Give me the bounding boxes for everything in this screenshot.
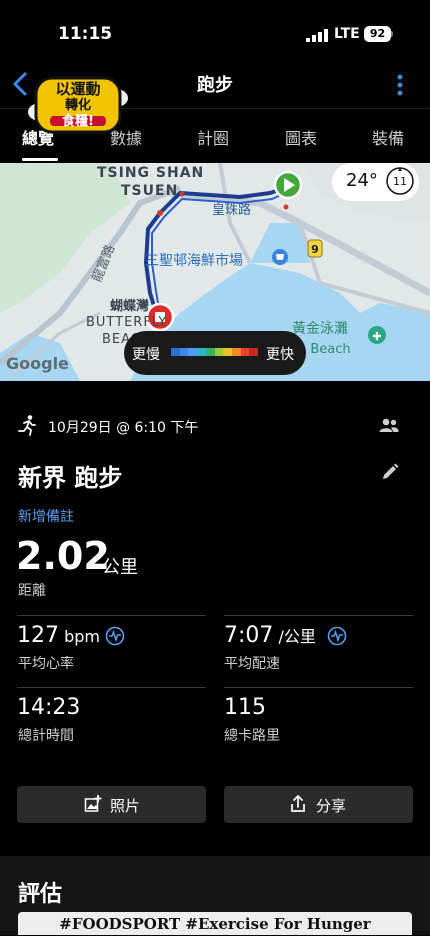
- heart-rate-info-icon[interactable]: [105, 626, 125, 646]
- uv-index-value: 11: [393, 175, 407, 188]
- google-watermark: Google: [6, 354, 69, 373]
- people-icon[interactable]: [378, 416, 400, 436]
- map-label-butterfly: BUTTERFLY: [86, 315, 167, 330]
- divider: [224, 615, 413, 616]
- tab-gear[interactable]: 裝備: [372, 125, 404, 149]
- divider: [224, 687, 413, 688]
- add-note-link[interactable]: 新增備註: [18, 506, 74, 526]
- logo-line-1: 以運動: [55, 80, 100, 98]
- legend-slow-label: 更慢: [132, 347, 160, 363]
- tab-active-indicator: [22, 158, 58, 161]
- pace-color-swatch: [171, 348, 180, 356]
- pace-color-swatch: [240, 348, 250, 356]
- tab-charts[interactable]: 圖表: [285, 125, 317, 149]
- svg-text:✚: ✚: [372, 330, 381, 343]
- pace-info-icon[interactable]: [327, 626, 347, 646]
- total-time-label: 總計時間: [18, 728, 74, 744]
- foodsport-logo: 以運動 轉化 食糧!: [28, 76, 128, 134]
- calories-label: 總卡路里: [224, 728, 280, 744]
- signal-icon: [306, 29, 328, 42]
- network-type: LTE: [334, 26, 360, 42]
- divider: [17, 687, 206, 688]
- status-time: 11:15: [58, 24, 113, 44]
- pace-color-swatch: [205, 348, 215, 356]
- temperature: 24°: [346, 170, 378, 191]
- foodsport-banner: #FOODSPORT #Exercise For Hunger: [18, 912, 412, 935]
- edit-pencil-icon[interactable]: [380, 462, 400, 482]
- pace-gradient-bar: [171, 348, 259, 356]
- running-icon: [18, 415, 36, 436]
- pace-color-swatch: [214, 348, 224, 356]
- pace-color-swatch: [231, 348, 241, 356]
- legend-fast-label: 更快: [266, 347, 294, 363]
- battery-icon: 92: [364, 26, 391, 42]
- heart-rate-unit: bpm: [64, 627, 100, 646]
- heart-rate-stat: 127 bpm: [17, 623, 100, 648]
- pace-stat: 7:07 /公里: [224, 623, 316, 648]
- heart-rate-value: 127: [17, 623, 59, 648]
- map-label-golden-beach: 黃金泳灘: [292, 321, 348, 337]
- photos-button-label[interactable]: 照片: [110, 795, 140, 816]
- calories-value: 115: [224, 695, 266, 720]
- share-button-label[interactable]: 分享: [316, 795, 346, 816]
- battery-cap: [391, 31, 393, 37]
- add-photo-icon: [84, 795, 102, 812]
- pace-color-swatch: [223, 348, 232, 356]
- map-label-tsuen: TSUEN: [121, 183, 178, 199]
- pace-color-swatch: [249, 348, 259, 356]
- map-label-butterfly-cn: 蝴蝶灣: [110, 298, 149, 314]
- pace-color-swatch: [197, 348, 206, 356]
- logo-line-3: 食糧!: [62, 113, 94, 129]
- distance-value: 2.02: [16, 534, 110, 578]
- total-time-value: 14:23: [17, 695, 81, 720]
- more-options-icon[interactable]: [392, 72, 408, 98]
- evaluation-heading: 評估: [18, 882, 63, 907]
- share-icon: [291, 795, 305, 812]
- pace-unit: /公里: [278, 627, 316, 646]
- map-label-market: 三聖邨海鮮市場: [145, 252, 243, 269]
- divider: [17, 615, 206, 616]
- uv-index-icon: 11: [386, 167, 414, 195]
- route-number-badge: 9: [311, 243, 319, 256]
- activity-title: 新界 跑步: [18, 464, 123, 492]
- logo-line-2: 轉化: [65, 97, 91, 113]
- tab-laps[interactable]: 計圈: [197, 125, 229, 149]
- heart-rate-label: 平均心率: [18, 656, 74, 672]
- distance-label: 距離: [18, 583, 46, 599]
- pace-label: 平均配速: [224, 656, 280, 672]
- map-label-road: 皇珠路: [212, 202, 251, 218]
- activity-datetime: 10月29日 @ 6:10 下午: [48, 420, 199, 436]
- pace-value: 7:07: [224, 623, 274, 648]
- pace-color-swatch: [179, 348, 189, 356]
- distance-unit: 公里: [102, 557, 138, 578]
- pace-color-swatch: [188, 348, 198, 356]
- status-bar: 11:15 LTE 92: [0, 0, 430, 64]
- map-label-tsing-shan: TSING SHAN: [97, 165, 204, 181]
